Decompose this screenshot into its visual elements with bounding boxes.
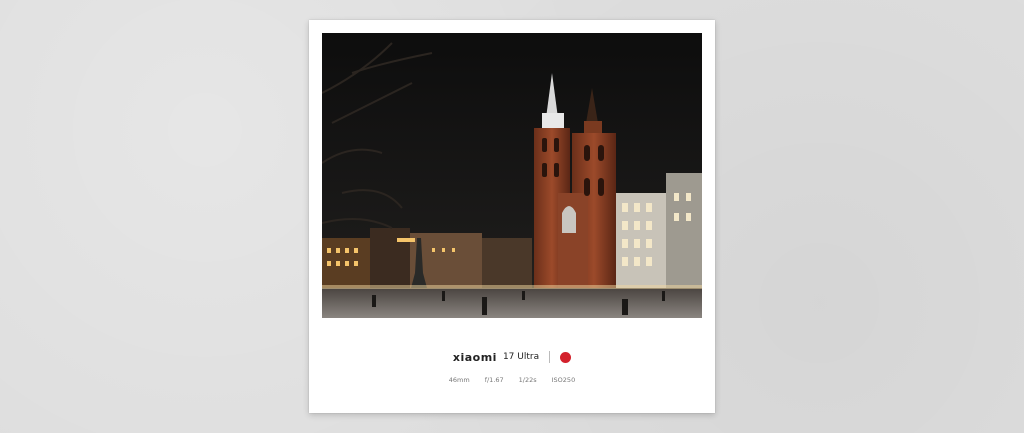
photo-illustration (322, 33, 702, 318)
photo-caption: xiaomi 17 Ultra 46mm f/1.67 1/22s ISO250 (309, 350, 715, 385)
model-name: 17 Ultra (502, 352, 540, 362)
iso: ISO250 (551, 376, 576, 384)
leica-red-dot-icon (560, 351, 572, 363)
shutter-speed: 1/22s (518, 376, 537, 384)
night-church-square-photo (322, 33, 702, 318)
photo-card: xiaomi 17 Ultra 46mm f/1.67 1/22s ISO250 (309, 20, 715, 413)
brand-row: xiaomi 17 Ultra (309, 350, 715, 364)
aperture: f/1.67 (484, 376, 504, 384)
brand-name: xiaomi (452, 350, 497, 364)
focal-length: 46mm (448, 376, 470, 384)
divider (549, 351, 551, 363)
exif-specs: 46mm f/1.67 1/22s ISO250 (309, 376, 715, 384)
